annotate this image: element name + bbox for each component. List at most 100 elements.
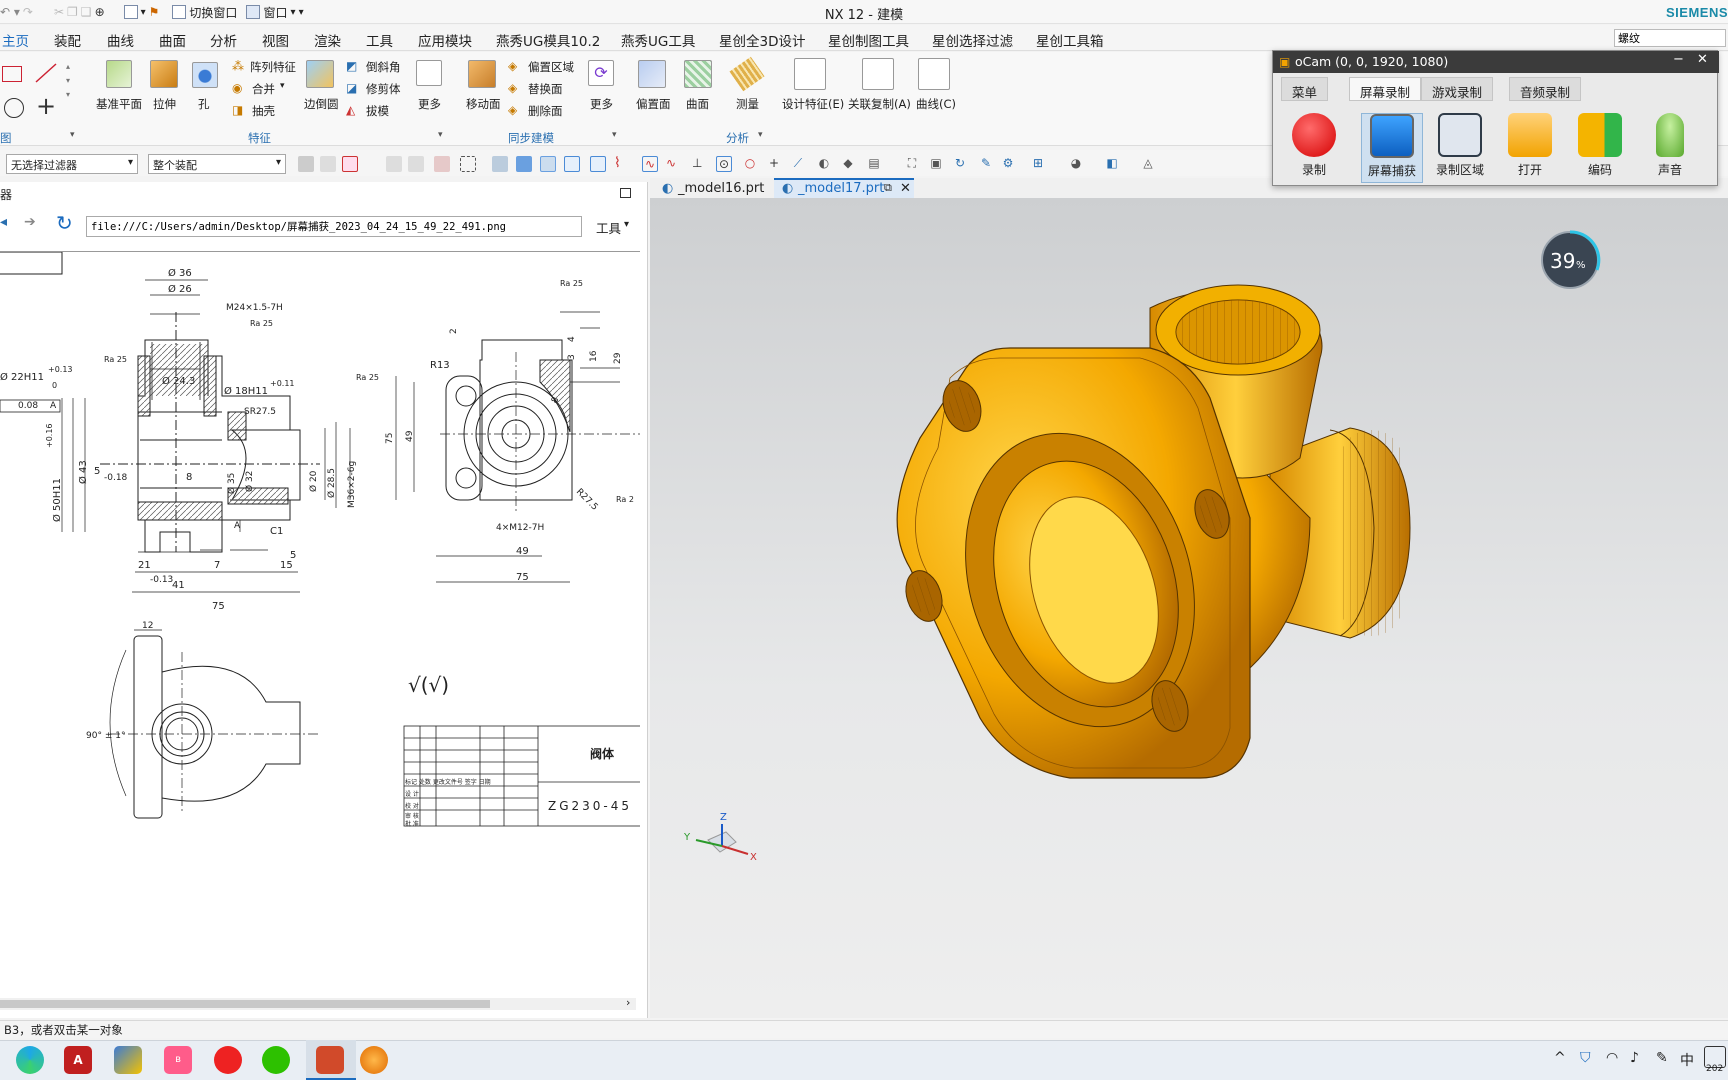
edge-blend-icon[interactable] — [306, 60, 334, 88]
rectangle-icon[interactable] — [2, 66, 22, 82]
chamfer-button[interactable]: 倒斜角 — [366, 59, 401, 75]
point-icon[interactable]: + — [36, 92, 56, 120]
rotate-view-icon[interactable]: ↻ — [952, 156, 968, 172]
minimize-icon[interactable]: − — [1673, 52, 1684, 67]
selection-box-icon[interactable] — [460, 156, 476, 172]
bilibili-icon[interactable]: ʙ — [164, 1046, 192, 1074]
draft-icon[interactable]: ◭ — [346, 103, 355, 117]
wifi-icon[interactable]: ◠ — [1606, 1050, 1618, 1066]
datum-plane-icon[interactable] — [106, 60, 132, 88]
snap-tool-icon[interactable]: ⌇ — [614, 156, 630, 172]
tab-analysis[interactable]: 分析 — [210, 30, 237, 50]
datum-plane-button[interactable]: 基准平面 — [96, 96, 142, 112]
tab-yanxiu-mold[interactable]: 燕秀UG模具10.2 — [496, 30, 600, 50]
snap-tool-icon[interactable]: ∿ — [642, 156, 658, 172]
snap-tool-icon[interactable] — [564, 156, 580, 172]
autocad-icon[interactable]: A — [64, 1046, 92, 1074]
more-sync-icon[interactable]: ⟳ — [588, 60, 614, 86]
trim-body-icon[interactable]: ◪ — [346, 81, 357, 95]
filter-tool-icon[interactable] — [434, 156, 450, 172]
wechat-icon[interactable] — [262, 1046, 290, 1074]
design-feature-button[interactable]: 设计特征(E) — [782, 96, 844, 112]
netease-music-icon[interactable] — [214, 1046, 242, 1074]
delete-face-icon[interactable]: ◈ — [508, 103, 517, 117]
snap-tool-icon[interactable]: ⊥ — [692, 156, 708, 172]
view-layout-icon[interactable]: ⊞ — [1030, 156, 1046, 172]
surface-icon[interactable] — [684, 60, 712, 88]
view-triad[interactable]: Z X Y — [683, 812, 757, 863]
tab-close-icon[interactable]: ✕ — [894, 180, 917, 200]
sketch-more-icon[interactable]: ▴ ▾ ▾ — [66, 60, 70, 102]
tab-xingchuang-drafting[interactable]: 星创制图工具 — [828, 30, 909, 50]
curve-feature-icon[interactable] — [918, 58, 950, 90]
snap-tool-icon[interactable]: + — [766, 156, 782, 172]
sync-group-dropdown-icon[interactable]: ▾ — [612, 130, 617, 140]
line-icon[interactable] — [34, 62, 58, 84]
tab-curve[interactable]: 曲线 — [107, 30, 134, 50]
ocam-record-button[interactable]: 录制 — [1283, 113, 1345, 183]
command-search-input[interactable] — [1614, 29, 1726, 47]
ocam-tab-menu[interactable]: 菜单 — [1281, 77, 1329, 101]
unite-button[interactable]: 合并 — [252, 81, 275, 97]
tab-xingchuang-filter[interactable]: 星创选择过滤 — [932, 30, 1013, 50]
app-icon[interactable] — [114, 1046, 142, 1074]
tools-dropdown-icon[interactable]: ▾ — [624, 219, 629, 230]
ocam-tab-game-record[interactable]: 游戏录制 — [1421, 77, 1494, 101]
unite-icon[interactable]: ◉ — [232, 81, 242, 95]
hole-button[interactable]: 孔 — [198, 96, 210, 112]
tab-yanxiu-tools[interactable]: 燕秀UG工具 — [621, 30, 695, 50]
ime-indicator[interactable]: 中 — [1680, 1050, 1694, 1070]
draft-button[interactable]: 拔模 — [366, 103, 389, 119]
filter-tool-icon[interactable] — [386, 156, 402, 172]
ocam-taskbar-icon[interactable] — [360, 1046, 388, 1074]
ocam-sound-button[interactable]: 声音 — [1639, 113, 1701, 183]
ocam-tab-screen-record[interactable]: 屏幕录制 — [1349, 77, 1422, 101]
extrude-icon[interactable] — [150, 60, 178, 88]
move-face-icon[interactable] — [468, 60, 496, 88]
analysis-group-dropdown-icon[interactable]: ▾ — [758, 130, 763, 140]
more-features-icon[interactable] — [416, 60, 442, 86]
tab-model16[interactable]: _model16.prt — [672, 180, 770, 200]
view-orient-icon[interactable]: ◬ — [1140, 156, 1156, 172]
offset-face-button[interactable]: 偏置面 — [636, 96, 671, 112]
ocam-encode-button[interactable]: 编码 — [1569, 113, 1631, 183]
design-feature-icon[interactable] — [794, 58, 826, 90]
view-tool-icon[interactable]: ✎ — [978, 156, 994, 172]
volume-icon[interactable]: ♪ — [1630, 1050, 1639, 1066]
curve-feature-button[interactable]: 曲线(C) — [916, 96, 956, 112]
pen-icon[interactable]: ✎ — [1656, 1050, 1668, 1066]
scope-dropdown[interactable]: 整个装配 — [148, 154, 286, 174]
tab-model17[interactable]: _model17.prt — [792, 180, 890, 200]
snap-tool-icon[interactable]: ⊙ — [716, 156, 732, 172]
tab-applications[interactable]: 应用模块 — [418, 30, 472, 50]
pattern-feature-button[interactable]: 阵列特征 — [250, 59, 296, 75]
scroll-right-icon[interactable]: › — [626, 996, 630, 1009]
ocam-screenshot-button[interactable]: 屏幕捕获 — [1361, 113, 1423, 183]
back-icon[interactable]: ◂ — [0, 214, 7, 230]
nx-icon[interactable] — [316, 1046, 344, 1074]
valve-body-3d-model[interactable]: 39 % Z X Y — [650, 198, 1728, 1018]
snap-tool-icon[interactable]: ○ — [742, 156, 758, 172]
shell-button[interactable]: 抽壳 — [252, 103, 275, 119]
edge-blend-button[interactable]: 边倒圆 — [304, 96, 339, 112]
measure-icon[interactable] — [729, 56, 765, 92]
offset-region-button[interactable]: 偏置区域 — [528, 59, 574, 75]
scrollbar-thumb[interactable] — [0, 1000, 490, 1008]
tab-render[interactable]: 渲染 — [314, 30, 341, 50]
measure-button[interactable]: 测量 — [736, 96, 759, 112]
clock[interactable]: 202 — [1706, 1064, 1723, 1074]
delete-face-button[interactable]: 删除面 — [528, 103, 563, 119]
filter-tool-icon[interactable] — [320, 156, 336, 172]
filter-tool-icon[interactable] — [342, 156, 358, 172]
replace-face-icon[interactable]: ◈ — [508, 81, 517, 95]
chamfer-icon[interactable]: ◩ — [346, 59, 357, 73]
ocam-open-button[interactable]: 打开 — [1499, 113, 1561, 183]
show-hidden-icons[interactable]: ^ — [1554, 1050, 1566, 1066]
forward-icon[interactable]: ➔ — [24, 214, 36, 230]
replace-face-button[interactable]: 替换面 — [528, 81, 563, 97]
sketch-group-dropdown-icon[interactable]: ▾ — [70, 130, 75, 140]
snap-tool-icon[interactable]: ∿ — [666, 156, 682, 172]
snap-tool-icon[interactable]: ⟋ — [790, 156, 806, 172]
horizontal-scrollbar[interactable]: › — [0, 996, 636, 1010]
view-tool-icon[interactable]: ⚙ — [1000, 156, 1016, 172]
